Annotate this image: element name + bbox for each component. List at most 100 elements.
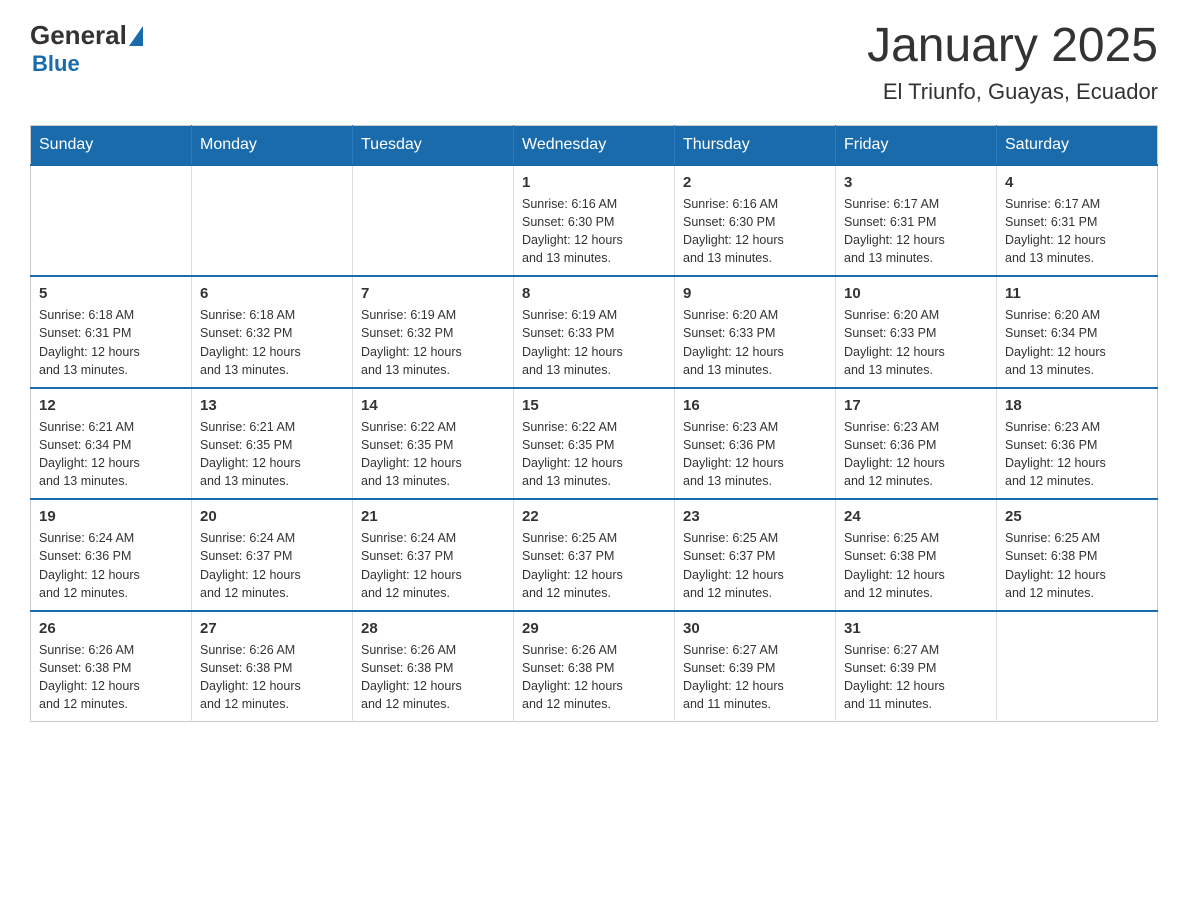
day-number: 27 (200, 620, 344, 637)
day-number: 29 (522, 620, 666, 637)
day-info: Sunrise: 6:25 AM Sunset: 6:38 PM Dayligh… (1005, 529, 1149, 602)
calendar-cell (997, 611, 1158, 722)
logo: General Blue (30, 20, 143, 77)
day-number: 3 (844, 174, 988, 191)
calendar-cell (31, 165, 192, 277)
day-number: 12 (39, 397, 183, 414)
calendar-cell: 29 Sunrise: 6:26 AM Sunset: 6:38 PM Dayli… (514, 611, 675, 722)
weekday-header-thursday: Thursday (675, 125, 836, 165)
day-number: 25 (1005, 508, 1149, 525)
day-number: 30 (683, 620, 827, 637)
day-number: 6 (200, 285, 344, 302)
calendar-cell: 18 Sunrise: 6:23 AM Sunset: 6:36 PM Dayli… (997, 388, 1158, 500)
calendar-week-row: 5 Sunrise: 6:18 AM Sunset: 6:31 PM Daylig… (31, 276, 1158, 388)
day-number: 21 (361, 508, 505, 525)
day-info: Sunrise: 6:25 AM Sunset: 6:38 PM Dayligh… (844, 529, 988, 602)
day-number: 8 (522, 285, 666, 302)
calendar-week-row: 26Sunrise: 6:26 AM Sunset: 6:38 PM Dayli… (31, 611, 1158, 722)
day-info: Sunrise: 6:27 AM Sunset: 6:39 PM Dayligh… (683, 641, 827, 714)
calendar-cell: 8 Sunrise: 6:19 AM Sunset: 6:33 PM Daylig… (514, 276, 675, 388)
day-info: Sunrise: 6:16 AM Sunset: 6:30 PM Dayligh… (683, 195, 827, 268)
calendar-cell: 7Sunrise: 6:19 AM Sunset: 6:32 PM Daylig… (353, 276, 514, 388)
day-info: Sunrise: 6:20 AM Sunset: 6:34 PM Dayligh… (1005, 306, 1149, 379)
day-number: 31 (844, 620, 988, 637)
calendar-cell: 10 Sunrise: 6:20 AM Sunset: 6:33 PM Dayli… (836, 276, 997, 388)
calendar-cell: 5 Sunrise: 6:18 AM Sunset: 6:31 PM Daylig… (31, 276, 192, 388)
calendar-cell: 30 Sunrise: 6:27 AM Sunset: 6:39 PM Dayli… (675, 611, 836, 722)
day-number: 28 (361, 620, 505, 637)
day-info: Sunrise: 6:25 AM Sunset: 6:37 PM Dayligh… (683, 529, 827, 602)
day-number: 15 (522, 397, 666, 414)
day-info: Sunrise: 6:18 AM Sunset: 6:31 PM Dayligh… (39, 306, 183, 379)
day-number: 4 (1005, 174, 1149, 191)
calendar-cell: 11 Sunrise: 6:20 AM Sunset: 6:34 PM Dayli… (997, 276, 1158, 388)
day-info: Sunrise: 6:23 AM Sunset: 6:36 PM Dayligh… (844, 418, 988, 491)
day-info: Sunrise: 6:19 AM Sunset: 6:32 PM Dayligh… (361, 306, 505, 379)
calendar-cell: 16 Sunrise: 6:23 AM Sunset: 6:36 PM Dayli… (675, 388, 836, 500)
calendar-cell: 1 Sunrise: 6:16 AM Sunset: 6:30 PM Daylig… (514, 165, 675, 277)
weekday-header-wednesday: Wednesday (514, 125, 675, 165)
day-info: Sunrise: 6:22 AM Sunset: 6:35 PM Dayligh… (522, 418, 666, 491)
calendar-cell: 2 Sunrise: 6:16 AM Sunset: 6:30 PM Daylig… (675, 165, 836, 277)
calendar-header: SundayMondayTuesdayWednesdayThursdayFrid… (31, 125, 1158, 165)
day-info: Sunrise: 6:17 AM Sunset: 6:31 PM Dayligh… (1005, 195, 1149, 268)
day-number: 11 (1005, 285, 1149, 302)
day-number: 13 (200, 397, 344, 414)
logo-blue-text: Blue (32, 51, 143, 77)
day-info: Sunrise: 6:25 AM Sunset: 6:37 PM Dayligh… (522, 529, 666, 602)
calendar-cell: 21 Sunrise: 6:24 AM Sunset: 6:37 PM Dayli… (353, 499, 514, 611)
calendar-cell: 14 Sunrise: 6:22 AM Sunset: 6:35 PM Dayli… (353, 388, 514, 500)
day-info: Sunrise: 6:21 AM Sunset: 6:35 PM Dayligh… (200, 418, 344, 491)
day-number: 16 (683, 397, 827, 414)
calendar-week-row: 19 Sunrise: 6:24 AM Sunset: 6:36 PM Dayli… (31, 499, 1158, 611)
calendar-cell (192, 165, 353, 277)
day-info: Sunrise: 6:26 AM Sunset: 6:38 PM Dayligh… (39, 641, 183, 714)
calendar-cell: 17 Sunrise: 6:23 AM Sunset: 6:36 PM Dayli… (836, 388, 997, 500)
day-info: Sunrise: 6:20 AM Sunset: 6:33 PM Dayligh… (844, 306, 988, 379)
calendar-week-row: 12Sunrise: 6:21 AM Sunset: 6:34 PM Dayli… (31, 388, 1158, 500)
day-number: 2 (683, 174, 827, 191)
weekday-header-friday: Friday (836, 125, 997, 165)
day-number: 23 (683, 508, 827, 525)
weekday-header-saturday: Saturday (997, 125, 1158, 165)
day-number: 14 (361, 397, 505, 414)
day-number: 1 (522, 174, 666, 191)
day-number: 10 (844, 285, 988, 302)
day-info: Sunrise: 6:23 AM Sunset: 6:36 PM Dayligh… (1005, 418, 1149, 491)
calendar-cell: 6 Sunrise: 6:18 AM Sunset: 6:32 PM Daylig… (192, 276, 353, 388)
day-info: Sunrise: 6:27 AM Sunset: 6:39 PM Dayligh… (844, 641, 988, 714)
day-number: 22 (522, 508, 666, 525)
day-info: Sunrise: 6:26 AM Sunset: 6:38 PM Dayligh… (522, 641, 666, 714)
day-number: 18 (1005, 397, 1149, 414)
day-info: Sunrise: 6:18 AM Sunset: 6:32 PM Dayligh… (200, 306, 344, 379)
calendar-cell: 22 Sunrise: 6:25 AM Sunset: 6:37 PM Dayli… (514, 499, 675, 611)
day-number: 5 (39, 285, 183, 302)
calendar-cell: 12Sunrise: 6:21 AM Sunset: 6:34 PM Dayli… (31, 388, 192, 500)
day-info: Sunrise: 6:22 AM Sunset: 6:35 PM Dayligh… (361, 418, 505, 491)
day-info: Sunrise: 6:24 AM Sunset: 6:36 PM Dayligh… (39, 529, 183, 602)
calendar-cell: 4 Sunrise: 6:17 AM Sunset: 6:31 PM Daylig… (997, 165, 1158, 277)
day-number: 20 (200, 508, 344, 525)
day-info: Sunrise: 6:24 AM Sunset: 6:37 PM Dayligh… (361, 529, 505, 602)
weekday-header-tuesday: Tuesday (353, 125, 514, 165)
day-number: 17 (844, 397, 988, 414)
calendar-cell: 19 Sunrise: 6:24 AM Sunset: 6:36 PM Dayli… (31, 499, 192, 611)
weekday-header-monday: Monday (192, 125, 353, 165)
month-title: January 2025 (867, 20, 1158, 73)
day-info: Sunrise: 6:20 AM Sunset: 6:33 PM Dayligh… (683, 306, 827, 379)
day-info: Sunrise: 6:23 AM Sunset: 6:36 PM Dayligh… (683, 418, 827, 491)
day-info: Sunrise: 6:19 AM Sunset: 6:33 PM Dayligh… (522, 306, 666, 379)
logo-general-text: General (30, 20, 127, 51)
calendar-body: 1 Sunrise: 6:16 AM Sunset: 6:30 PM Daylig… (31, 165, 1158, 722)
title-container: January 2025 El Triunfo, Guayas, Ecuador (867, 20, 1158, 105)
calendar-cell: 31 Sunrise: 6:27 AM Sunset: 6:39 PM Dayli… (836, 611, 997, 722)
calendar-cell: 27 Sunrise: 6:26 AM Sunset: 6:38 PM Dayli… (192, 611, 353, 722)
day-number: 9 (683, 285, 827, 302)
day-number: 19 (39, 508, 183, 525)
calendar-cell: 9 Sunrise: 6:20 AM Sunset: 6:33 PM Daylig… (675, 276, 836, 388)
logo-triangle-icon (129, 26, 143, 46)
day-info: Sunrise: 6:16 AM Sunset: 6:30 PM Dayligh… (522, 195, 666, 268)
calendar-cell: 26Sunrise: 6:26 AM Sunset: 6:38 PM Dayli… (31, 611, 192, 722)
calendar-cell: 23 Sunrise: 6:25 AM Sunset: 6:37 PM Dayli… (675, 499, 836, 611)
day-info: Sunrise: 6:26 AM Sunset: 6:38 PM Dayligh… (200, 641, 344, 714)
